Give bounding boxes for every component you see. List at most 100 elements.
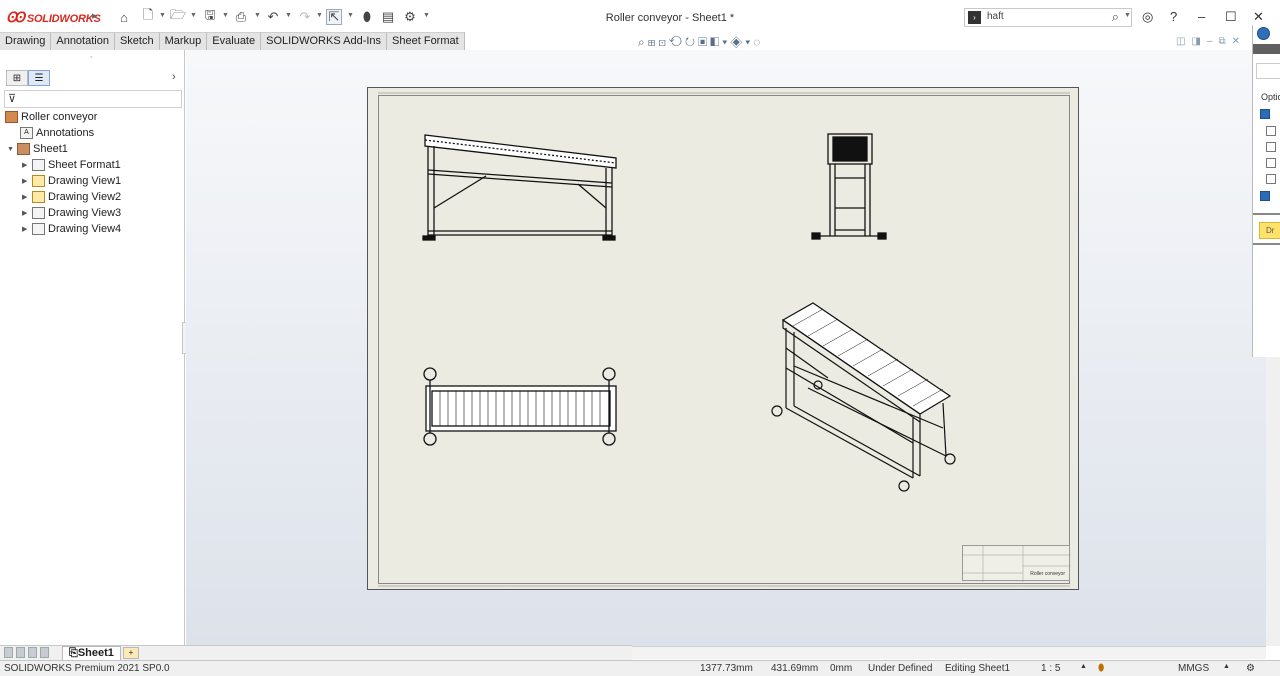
tab-solidworks-add-ins[interactable]: SOLIDWORKS Add-Ins: [261, 32, 388, 50]
unit-system[interactable]: MMGS: [1178, 663, 1209, 674]
sheet-icon: [17, 143, 30, 155]
heads-up-view-toolbar[interactable]: ⌕⊞⊡⟲↻▣◧▾◈▾◌: [638, 35, 763, 50]
open-dropdown-icon[interactable]: ▼: [190, 12, 197, 19]
save-dropdown-icon[interactable]: ▼: [222, 12, 229, 19]
rebuild-icon[interactable]: ⬮: [1098, 663, 1104, 674]
checkbox-checked[interactable]: [1260, 191, 1270, 201]
redo-icon[interactable]: ↷: [297, 9, 313, 25]
sheet-format-icon: [32, 159, 45, 171]
command-manager-tabs: Drawing Annotation Sketch Markup Evaluat…: [0, 32, 465, 50]
document-title: Roller conveyor - Sheet1 *: [605, 12, 735, 24]
tab-sheet1[interactable]: ⎘Sheet1: [62, 646, 121, 661]
drawing-view-isometric: [771, 302, 956, 492]
drawing-view-icon: [32, 175, 45, 187]
close-icon[interactable]: ✕: [1253, 9, 1264, 25]
horizontal-scrollbar[interactable]: [632, 646, 1266, 659]
solidworks-logo[interactable]: Ꙭ SOLIDWORKS: [6, 9, 101, 26]
tab-drawing[interactable]: Drawing: [0, 32, 52, 50]
search-icon[interactable]: ⌕: [1112, 9, 1119, 25]
tree-root[interactable]: Roller conveyor: [5, 109, 97, 125]
tree-item-drawing-view3[interactable]: ▶ Drawing View3: [22, 205, 121, 221]
print-dropdown-icon[interactable]: ▼: [254, 12, 261, 19]
logo-flyout-icon[interactable]: ▶: [92, 12, 97, 20]
tree-item-annotations[interactable]: A Annotations: [20, 125, 94, 141]
tree-item-sheet-format1[interactable]: ▶ Sheet Format1: [22, 157, 121, 173]
select-dropdown-icon[interactable]: ▼: [347, 12, 354, 19]
task-pane-field[interactable]: [1256, 63, 1280, 79]
options-dropdown-icon[interactable]: ▼: [423, 12, 430, 19]
expand-arrow-icon[interactable]: ▶: [22, 225, 32, 233]
tree-item-drawing-view4[interactable]: ▶ Drawing View4: [22, 221, 121, 237]
checkbox[interactable]: [1266, 174, 1276, 184]
drawing-sheet[interactable]: Roller conveyor: [367, 87, 1079, 590]
new-dropdown-icon[interactable]: ▼: [159, 12, 166, 19]
tree-item-drawing-view1[interactable]: ▶ Drawing View1: [22, 173, 121, 189]
scale-up-icon[interactable]: ▲: [1080, 663, 1087, 670]
expand-arrow-icon[interactable]: ▶: [22, 193, 32, 201]
prev-sheet-icon[interactable]: [16, 647, 25, 658]
expand-panel-icon[interactable]: ›: [172, 71, 176, 83]
checkbox[interactable]: [1266, 158, 1276, 168]
search-value: haft: [987, 11, 1004, 22]
select-cursor-icon[interactable]: ⇱: [326, 9, 342, 25]
checkbox[interactable]: [1266, 126, 1276, 136]
tab-evaluate[interactable]: Evaluate: [207, 32, 262, 50]
redo-dropdown-icon[interactable]: ▼: [316, 12, 323, 19]
tab-sketch[interactable]: Sketch: [114, 32, 160, 50]
title-block-drawing-name: Roller conveyor: [1030, 571, 1065, 577]
home-icon[interactable]: ⌂: [116, 9, 132, 25]
tree-item-label: Sheet Format1: [48, 159, 121, 171]
tree-item-label: Drawing View1: [48, 175, 122, 187]
property-manager-tab-icon[interactable]: ☰: [28, 70, 50, 86]
add-sheet-icon[interactable]: +: [123, 647, 139, 659]
expand-arrow-icon[interactable]: ▶: [22, 177, 32, 185]
expand-arrow-icon[interactable]: ▶: [22, 161, 32, 169]
panel-grip-icon[interactable]: ◦: [90, 54, 92, 61]
tab-annotation[interactable]: Annotation: [51, 32, 115, 50]
title-block[interactable]: Roller conveyor: [962, 545, 1071, 582]
units-up-icon[interactable]: ▲: [1223, 663, 1230, 670]
tree-item-sheet1[interactable]: ▼ Sheet1: [7, 141, 68, 157]
sheet-scale[interactable]: 1 : 5: [1041, 663, 1060, 674]
collapse-arrow-icon[interactable]: ▼: [7, 146, 17, 153]
tab-sheet-format[interactable]: Sheet Format: [387, 32, 465, 50]
filter-icon: ⊽: [8, 93, 17, 105]
last-sheet-icon[interactable]: [40, 647, 49, 658]
tree-filter-input[interactable]: ⊽: [4, 90, 182, 108]
user-account-icon[interactable]: ◎: [1142, 9, 1153, 25]
window-control-icons[interactable]: ◫◨–⧉✕: [1176, 36, 1246, 47]
search-dropdown-icon[interactable]: ▼: [1124, 12, 1131, 19]
maximize-icon[interactable]: ☐: [1225, 9, 1237, 25]
checkbox[interactable]: [1266, 142, 1276, 152]
expand-arrow-icon[interactable]: ▶: [22, 209, 32, 217]
tree-item-drawing-view2[interactable]: ▶ Drawing View2: [22, 189, 121, 205]
globe-icon[interactable]: [1257, 27, 1270, 40]
next-sheet-icon[interactable]: [28, 647, 37, 658]
feature-manager-tab-icon[interactable]: ⊞: [6, 70, 28, 86]
traffic-light-icon[interactable]: ⬮: [359, 9, 375, 25]
tab-markup[interactable]: Markup: [159, 32, 208, 50]
tree-item-label: Annotations: [36, 127, 95, 139]
task-pane-action-button[interactable]: Dr: [1259, 222, 1280, 239]
checkbox-checked[interactable]: [1260, 109, 1270, 119]
new-document-icon[interactable]: 🗋: [140, 7, 156, 25]
save-icon[interactable]: 🖫: [202, 7, 218, 25]
customize-status-icon[interactable]: ⚙: [1246, 663, 1255, 674]
help-icon[interactable]: ?: [1170, 9, 1177, 24]
undo-dropdown-icon[interactable]: ▼: [285, 12, 292, 19]
file-properties-icon[interactable]: ▤: [380, 9, 396, 25]
title-bar: Ꙭ SOLIDWORKS ▶ ⌂ 🗋 ▼ 🗁 ▼ 🖫 ▼ ⎙ ▼ ↶ ▼ ↷ ▼ …: [0, 0, 1280, 34]
vertical-scrollbar[interactable]: [1266, 357, 1280, 646]
undo-icon[interactable]: ↶: [265, 9, 281, 25]
first-sheet-icon[interactable]: [4, 647, 13, 658]
open-folder-icon[interactable]: 🗁: [170, 7, 186, 25]
task-pane-divider: [1253, 243, 1280, 245]
minimize-icon[interactable]: –: [1198, 9, 1205, 24]
print-icon[interactable]: ⎙: [233, 9, 249, 25]
drawing-views-canvas: [378, 92, 1070, 587]
sheet-ruler-ticks: [378, 92, 1070, 587]
options-gear-icon[interactable]: ⚙: [402, 9, 418, 25]
editing-context: Editing Sheet1: [945, 663, 1011, 674]
search-input[interactable]: › haft ⌕: [964, 8, 1132, 27]
feature-manager-panel: ◦ ⊞ ☰ › ⊽ Roller conveyor A Annotations …: [0, 50, 185, 646]
